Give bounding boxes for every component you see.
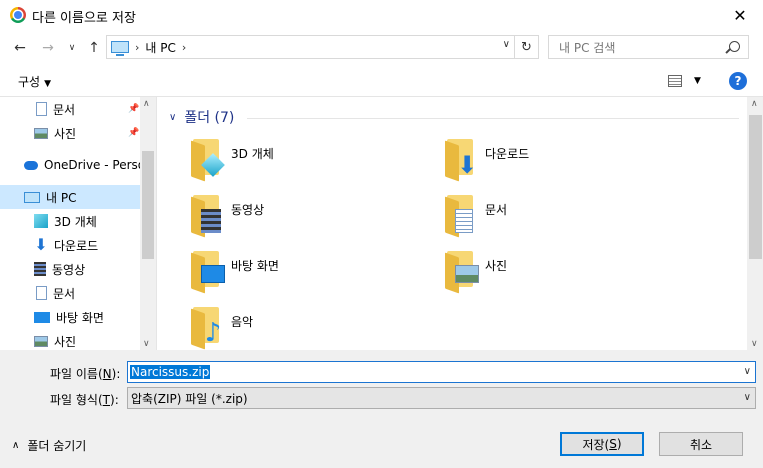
onedrive-cloud-icon: [24, 160, 38, 170]
save-options-panel: 파일 이름(N): Narcissus.zip ∨ 파일 형식(T): 압축(Z…: [0, 350, 763, 468]
cancel-button[interactable]: 취소: [659, 432, 743, 456]
navigation-pane: 문서 📌 사진 📌 OneDrive - Person 내 PC 3D 개체 ⬇…: [0, 96, 156, 350]
folder-videos[interactable]: 동영상: [187, 189, 427, 241]
organize-button[interactable]: 구성 ▼: [18, 73, 51, 90]
folders-group-header[interactable]: ∨ 폴더 (7): [169, 107, 234, 127]
chevron-down-icon: ▼: [44, 79, 52, 89]
nav-item-documents-pinned[interactable]: 문서 📌: [0, 97, 140, 121]
save-button[interactable]: 저장(S): [560, 432, 644, 456]
scroll-down-chevron-icon[interactable]: ∨: [143, 339, 150, 349]
toolbar: 구성 ▼ ▼ ?: [0, 66, 763, 96]
forward-arrow-icon[interactable]: →: [38, 38, 58, 58]
nav-item-videos[interactable]: 동영상: [0, 257, 140, 281]
window-title: 다른 이름으로 저장: [32, 11, 136, 26]
address-row: ← → ∨ ↑ › 내 PC › ∨ ↻ 내 PC 검색: [0, 30, 763, 66]
downloads-folder-icon: ⬇: [441, 133, 481, 182]
folder-desktop[interactable]: 바탕 화면: [187, 245, 427, 297]
computer-icon: [24, 191, 40, 203]
documents-folder-icon: [441, 189, 481, 238]
title-bar: 다른 이름으로 저장 ✕: [0, 0, 763, 30]
chevron-down-icon: ∨: [169, 111, 177, 123]
breadcrumb-chevron-icon[interactable]: ›: [135, 41, 139, 54]
address-bar[interactable]: › 내 PC › ∨ ↻: [106, 35, 539, 59]
desktop-folder-icon: [187, 245, 227, 294]
hide-folders-label: 폴더 숨기기: [27, 439, 87, 453]
filetype-select[interactable]: 압축(ZIP) 파일 (*.zip) ∨: [127, 387, 756, 409]
nav-pane-scrollbar[interactable]: ∧ ∨: [140, 97, 156, 350]
filename-label: 파일 이름(N):: [50, 367, 121, 381]
close-button[interactable]: ✕: [717, 0, 763, 30]
3d-objects-icon: [34, 214, 48, 228]
search-input[interactable]: 내 PC 검색: [548, 35, 749, 59]
breadcrumb-item-my-pc[interactable]: 내 PC: [145, 39, 175, 56]
content-pane-scrollbar[interactable]: ∧ ∨: [747, 97, 763, 351]
chevron-down-icon: ▼: [694, 76, 701, 86]
search-icon: [729, 41, 740, 52]
folder-downloads[interactable]: ⬇ 다운로드: [441, 133, 681, 185]
pin-icon[interactable]: 📌: [128, 128, 139, 138]
search-placeholder: 내 PC 검색: [559, 40, 616, 55]
music-folder-icon: ♪: [187, 301, 227, 350]
folder-content-pane: ∨ 폴더 (7) 3D 개체 ⬇ 다운로드 동영상 문서 바탕 화면 사진 ♪ …: [156, 96, 763, 353]
help-button[interactable]: ?: [729, 72, 747, 90]
group-title: 폴더 (7): [184, 110, 235, 126]
address-dropdown-chevron-icon[interactable]: ∨: [503, 39, 510, 50]
download-arrow-icon: ⬇: [34, 235, 48, 254]
folder-pictures[interactable]: 사진: [441, 245, 681, 297]
video-film-icon: [34, 262, 46, 276]
computer-icon: [111, 41, 129, 56]
pin-icon[interactable]: 📌: [128, 104, 139, 114]
pictures-icon: [34, 127, 48, 139]
filename-input[interactable]: Narcissus.zip ∨: [127, 361, 756, 383]
breadcrumb-chevron-icon[interactable]: ›: [182, 41, 186, 54]
nav-item-pictures-pinned[interactable]: 사진 📌: [0, 121, 140, 145]
scroll-up-chevron-icon[interactable]: ∧: [143, 99, 150, 109]
3d-objects-folder-icon: [187, 133, 227, 182]
folder-3d-objects[interactable]: 3D 개체: [187, 133, 427, 185]
pictures-icon: [34, 335, 48, 347]
chevron-down-icon[interactable]: ∨: [744, 366, 751, 377]
scrollbar-thumb[interactable]: [142, 151, 154, 259]
chevron-down-icon: ∨: [743, 392, 751, 403]
chrome-app-icon: [10, 7, 26, 23]
group-divider: [247, 118, 739, 119]
up-arrow-icon[interactable]: ↑: [84, 38, 104, 58]
hide-folders-toggle[interactable]: ∧ 폴더 숨기기: [12, 437, 86, 454]
scroll-up-chevron-icon[interactable]: ∧: [751, 99, 758, 109]
change-view-button[interactable]: ▼: [668, 73, 704, 89]
nav-item-onedrive[interactable]: OneDrive - Person: [0, 153, 140, 177]
document-icon: [36, 286, 47, 300]
pictures-folder-icon: [441, 245, 481, 294]
recent-locations-chevron-icon[interactable]: ∨: [62, 38, 82, 58]
desktop-icon: [34, 311, 50, 323]
document-icon: [36, 102, 47, 116]
nav-item-desktop[interactable]: 바탕 화면: [0, 305, 140, 329]
nav-item-downloads[interactable]: ⬇ 다운로드: [0, 233, 140, 257]
videos-folder-icon: [187, 189, 227, 238]
filetype-value: 압축(ZIP) 파일 (*.zip): [131, 391, 248, 406]
organize-label: 구성: [18, 75, 41, 89]
filetype-label: 파일 형식(T):: [50, 393, 119, 407]
nav-item-documents[interactable]: 문서: [0, 281, 140, 305]
nav-item-pictures[interactable]: 사진: [0, 329, 140, 350]
nav-item-3d-objects[interactable]: 3D 개체: [0, 209, 140, 233]
folder-documents[interactable]: 문서: [441, 189, 681, 241]
back-arrow-icon[interactable]: ←: [10, 38, 30, 58]
folder-music[interactable]: ♪ 음악: [187, 301, 427, 353]
nav-item-my-pc[interactable]: 내 PC: [0, 185, 140, 209]
refresh-icon[interactable]: ↻: [514, 36, 538, 58]
filename-value: Narcissus.zip: [130, 365, 211, 379]
scroll-down-chevron-icon[interactable]: ∨: [751, 339, 758, 349]
chevron-up-icon: ∧: [12, 440, 20, 451]
details-view-icon: [668, 75, 682, 87]
scrollbar-thumb[interactable]: [749, 115, 762, 259]
